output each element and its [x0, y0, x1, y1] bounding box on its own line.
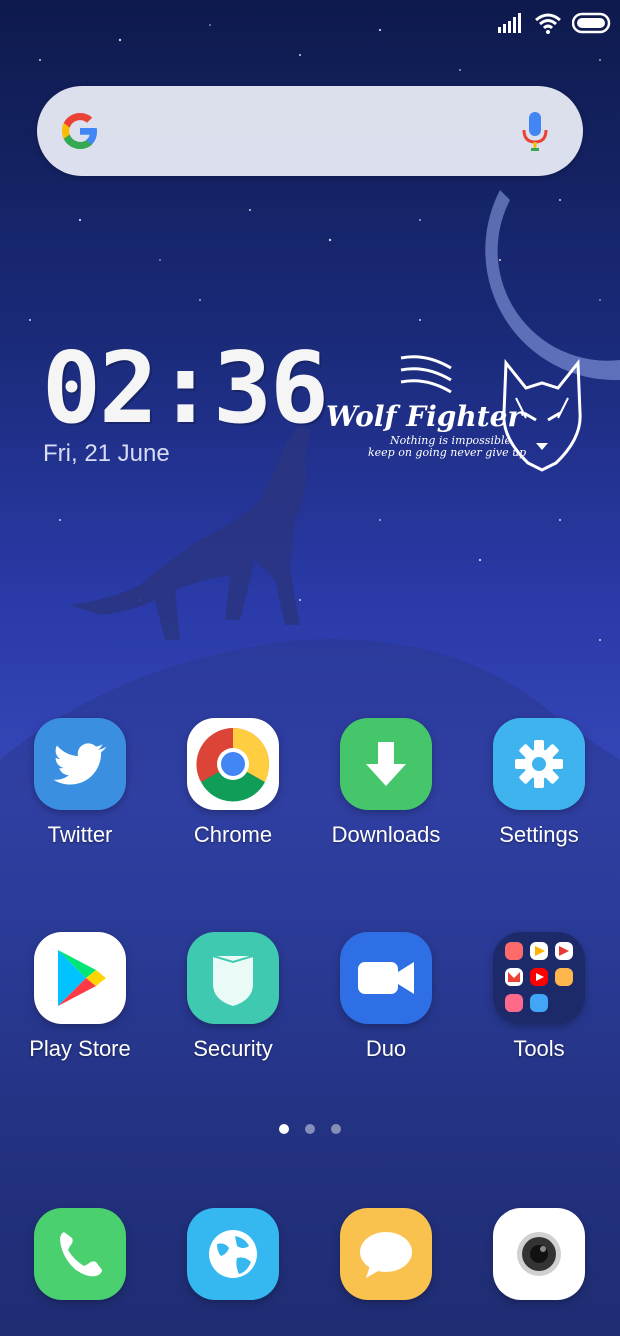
- camera-icon: [493, 1208, 585, 1300]
- page-dot-3[interactable]: [331, 1124, 341, 1134]
- battery-icon: [572, 12, 611, 34]
- dock-phone[interactable]: [5, 1208, 155, 1300]
- page-dot-1[interactable]: [279, 1124, 289, 1134]
- dock-camera[interactable]: [464, 1208, 614, 1300]
- wallpaper-branding: Wolf Fighter Nothing is impossible keep …: [326, 348, 596, 478]
- clock-time[interactable]: 02:36: [42, 332, 329, 446]
- download-icon: [340, 718, 432, 810]
- message-icon: [340, 1208, 432, 1300]
- app-label: Downloads: [331, 822, 441, 847]
- app-label: Tools: [513, 1036, 565, 1061]
- phone-icon: [34, 1208, 126, 1300]
- page-dot-2[interactable]: [305, 1124, 315, 1134]
- browser-globe-icon: [187, 1208, 279, 1300]
- app-duo[interactable]: Duo: [311, 932, 461, 1062]
- app-chrome[interactable]: Chrome: [158, 718, 308, 848]
- app-play-store[interactable]: Play Store: [5, 932, 155, 1062]
- chrome-icon: [187, 718, 279, 810]
- app-label: Duo: [365, 1036, 407, 1061]
- twitter-icon: [34, 718, 126, 810]
- video-camera-icon: [340, 932, 432, 1024]
- brand-title: Wolf Fighter: [326, 400, 523, 433]
- mic-icon[interactable]: [521, 110, 549, 152]
- play-store-icon: [34, 932, 126, 1024]
- wolf-head-icon: [502, 358, 582, 472]
- signal-icon: [498, 13, 521, 33]
- google-logo-icon: [62, 113, 97, 149]
- gear-icon: [493, 718, 585, 810]
- wallpaper-stars: [0, 24, 620, 1336]
- app-label: Security: [193, 1036, 273, 1061]
- app-tools-folder[interactable]: Tools: [464, 932, 614, 1062]
- dock-messages[interactable]: [311, 1208, 461, 1300]
- app-label: Chrome: [193, 822, 273, 847]
- dock-browser[interactable]: [158, 1208, 308, 1300]
- app-security[interactable]: Security: [158, 932, 308, 1062]
- app-settings[interactable]: Settings: [464, 718, 614, 848]
- app-downloads[interactable]: Downloads: [311, 718, 461, 848]
- claw-marks-icon: [400, 355, 452, 394]
- shield-icon: [187, 932, 279, 1024]
- app-label: Twitter: [47, 822, 113, 847]
- clock-date: Fri, 21 June: [43, 440, 170, 467]
- wifi-icon: [535, 13, 561, 34]
- app-label: Play Store: [29, 1036, 131, 1061]
- app-label: Settings: [499, 822, 579, 847]
- status-bar: [0, 0, 620, 44]
- folder-icon: [493, 932, 585, 1024]
- page-indicator: [0, 1124, 620, 1134]
- app-twitter[interactable]: Twitter: [5, 718, 155, 848]
- dock: [0, 1208, 620, 1300]
- google-search-bar[interactable]: [37, 86, 583, 176]
